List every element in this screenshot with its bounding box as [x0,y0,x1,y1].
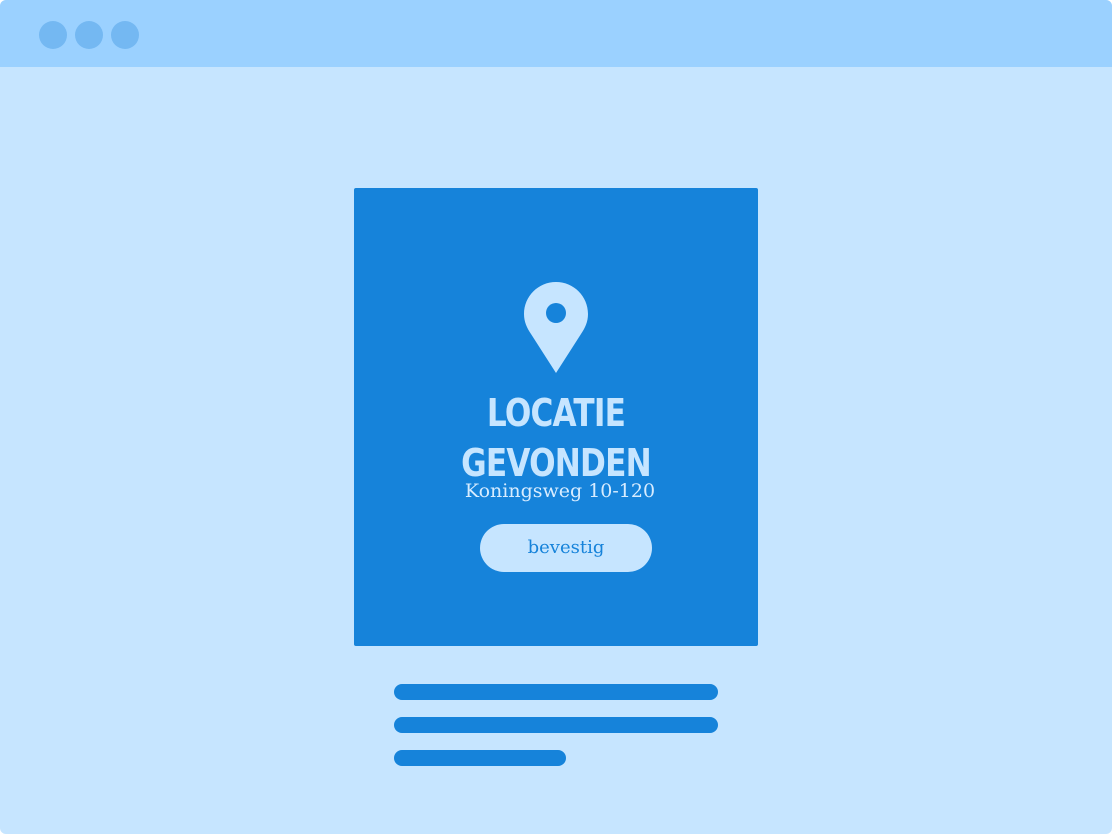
window-control-dot[interactable] [111,21,139,49]
map-pin-icon [524,282,588,373]
card-title: LOCATiE GEVONDEN [461,391,651,485]
window-titlebar [0,0,1112,67]
window-control-dot[interactable] [39,21,67,49]
text-placeholder-line [394,684,718,700]
window-control-dot[interactable] [75,21,103,49]
confirm-button[interactable]: bevestig [480,524,652,572]
browser-window: LOCATiE GEVONDEN Koningsweg 10-120 beves… [0,0,1112,834]
location-card: LOCATiE GEVONDEN Koningsweg 10-120 beves… [354,188,758,646]
text-placeholder-line [394,717,718,733]
address-text: Koningsweg 10-120 [464,480,656,502]
text-placeholder-line [394,750,566,766]
